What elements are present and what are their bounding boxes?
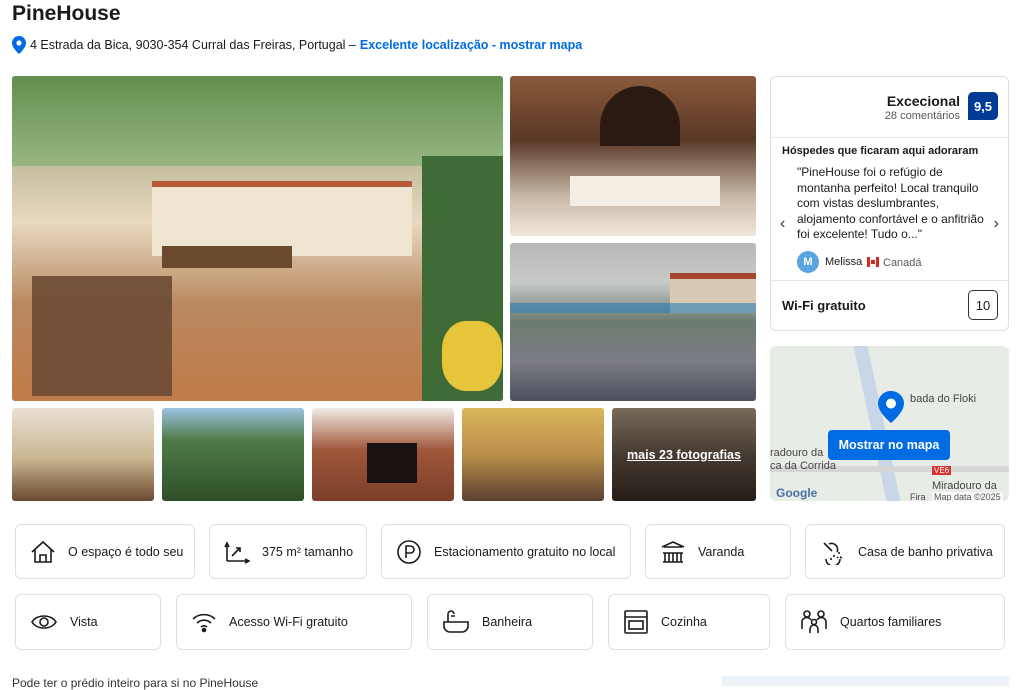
photo-main-terrace[interactable] <box>12 76 503 401</box>
wifi-icon <box>192 613 216 633</box>
facility-parking: Estacionamento gratuito no local <box>381 524 631 579</box>
divider <box>771 137 1008 138</box>
photo-indoor-fireplace[interactable] <box>312 408 454 501</box>
chevron-left-icon[interactable]: ‹ <box>780 215 785 233</box>
facility-label: Vista <box>70 615 98 629</box>
map-marker-icon <box>878 391 904 423</box>
facility-label: Estacionamento gratuito no local <box>434 544 616 559</box>
address-text: 4 Estrada da Bica, 9030-354 Curral das F… <box>30 38 356 52</box>
property-title: PineHouse <box>12 2 121 25</box>
description-text: Pode ter o prédio inteiro para si no Pin… <box>12 676 259 690</box>
facility-label: Casa de banho privativa <box>858 544 993 559</box>
show-map-link[interactable]: Excelente localização - mostrar mapa <box>360 38 582 52</box>
map-label: radouro da <box>770 447 824 459</box>
map-preview[interactable]: bada do Floki radouro da ca da Corrida M… <box>770 346 1009 501</box>
reviewer-country: Canadá <box>883 257 922 269</box>
map-label: Miradouro da <box>932 480 997 492</box>
facility-bathtub: Banheira <box>427 594 593 650</box>
map-attribution: Map data ©2025 <box>932 492 1003 501</box>
chevron-right-icon[interactable]: › <box>994 215 999 233</box>
review-score-badge: 9,5 <box>968 92 998 120</box>
photo-dining-room[interactable] <box>462 408 604 501</box>
photo-street-festival[interactable] <box>510 243 756 401</box>
size-icon <box>224 540 250 564</box>
house-icon <box>31 540 55 563</box>
more-photos-overlay[interactable]: mais 23 fotografias <box>612 408 756 501</box>
avatar: M <box>797 251 819 273</box>
facility-family-rooms: Quartos familiares <box>785 594 1005 650</box>
map-label: bada do Floki <box>910 393 977 405</box>
review-count[interactable]: 28 comentários <box>885 110 960 122</box>
photo-more[interactable]: mais 23 fotografias <box>612 408 756 501</box>
oven-icon <box>624 610 648 634</box>
canada-flag-icon <box>867 257 879 267</box>
sidebar-box <box>722 676 1009 686</box>
road-badge: VE6 <box>932 466 952 475</box>
photo-mountain-view[interactable] <box>162 408 304 501</box>
wifi-rating-label: Wi-Fi gratuito <box>782 298 866 313</box>
eye-icon <box>31 615 57 629</box>
facility-wifi: Acesso Wi-Fi gratuito <box>176 594 412 650</box>
family-icon <box>801 610 827 633</box>
balcony-icon <box>661 540 685 563</box>
facility-view: Vista <box>15 594 161 650</box>
guests-loved-heading: Hóspedes que ficaram aqui adoraram <box>782 145 979 157</box>
facility-entire-place: O espaço é todo seu <box>15 524 195 579</box>
review-quote[interactable]: "PineHouse foi o refúgio de montanha per… <box>797 165 987 243</box>
facility-label: O espaço é todo seu <box>68 544 184 559</box>
facility-private-bathroom: Casa de banho privativa <box>805 524 1005 579</box>
divider <box>771 280 1008 281</box>
review-summary-card: Excecional 28 comentários 9,5 Hóspedes q… <box>770 76 1009 331</box>
bathtub-icon <box>443 610 469 633</box>
map-label: Fira <box>910 492 926 501</box>
location-pin-icon <box>12 36 26 54</box>
address-line: 4 Estrada da Bica, 9030-354 Curral das F… <box>12 36 582 54</box>
facility-label: 375 m² tamanho <box>262 544 354 559</box>
facility-label: Acesso Wi-Fi gratuito <box>229 615 348 629</box>
review-label: Excecional <box>886 93 960 109</box>
parking-icon <box>397 539 421 564</box>
photo-living-room[interactable] <box>12 408 154 501</box>
photo-fireplace-dining[interactable] <box>510 76 756 236</box>
map-label: ca da Corrida <box>770 460 837 472</box>
facility-label: Banheira <box>482 615 533 629</box>
wifi-rating-score: 10 <box>968 290 998 320</box>
facility-balcony: Varanda <box>645 524 791 579</box>
facility-label: Varanda <box>698 544 745 559</box>
show-on-map-button[interactable]: Mostrar no mapa <box>828 430 950 460</box>
shower-icon <box>823 541 843 565</box>
google-logo: Google <box>776 486 818 500</box>
facility-label: Quartos familiares <box>840 615 942 629</box>
facility-size: 375 m² tamanho <box>209 524 367 579</box>
facility-label: Cozinha <box>661 615 707 629</box>
more-photos-link[interactable]: mais 23 fotografias <box>627 448 741 462</box>
facility-kitchen: Cozinha <box>608 594 770 650</box>
reviewer-name: Melissa <box>825 256 863 268</box>
